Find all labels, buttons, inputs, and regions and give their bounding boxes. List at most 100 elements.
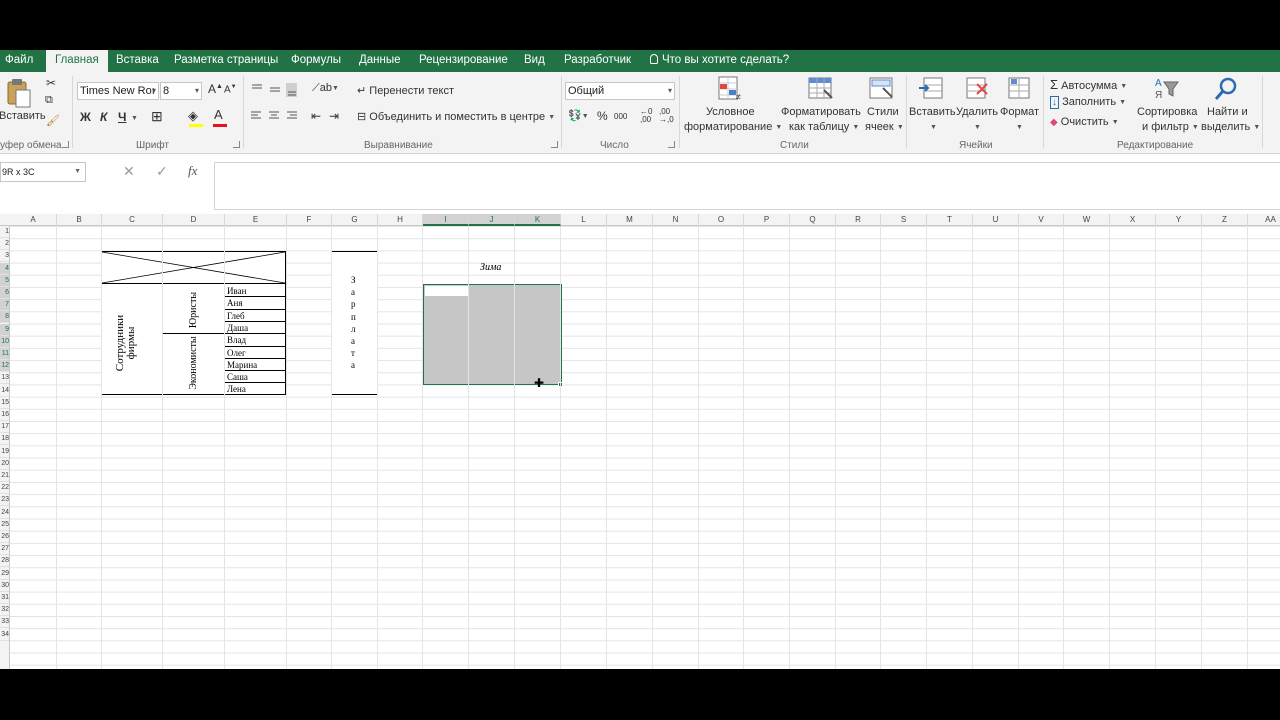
thousands-button[interactable]: 000 (614, 112, 627, 121)
font-launcher-icon[interactable] (233, 141, 240, 148)
row-header-28[interactable]: 28 (0, 555, 9, 568)
row-header-1[interactable]: 1 (0, 226, 9, 238)
copy-icon[interactable]: ⧉ (45, 94, 53, 107)
row-header-7[interactable]: 7 (0, 299, 9, 312)
insert-cells-icon[interactable] (918, 76, 944, 102)
column-header-I[interactable]: I (423, 214, 469, 226)
row-header-26[interactable]: 26 (0, 531, 9, 543)
row-header-32[interactable]: 32 (0, 604, 9, 617)
font-color-icon[interactable]: A (214, 107, 223, 122)
selected-range[interactable] (423, 284, 562, 385)
column-header-U[interactable]: U (973, 214, 1019, 226)
horizontal-align-icons[interactable] (249, 110, 299, 122)
cut-icon[interactable]: ✂ (46, 76, 56, 90)
decrease-font-icon[interactable]: A▼ (224, 84, 237, 95)
number-format-select[interactable]: Общий ▾ (565, 82, 675, 100)
column-header-M[interactable]: M (607, 214, 653, 226)
clipboard-launcher-icon[interactable] (62, 141, 69, 148)
alignment-launcher-icon[interactable] (551, 141, 558, 148)
name-cell[interactable]: Олег (227, 348, 246, 358)
row-header-16[interactable]: 16 (0, 409, 9, 421)
name-cell[interactable]: Марина (227, 360, 257, 370)
name-cell[interactable]: Глеб (227, 311, 245, 321)
column-header-H[interactable]: H (378, 214, 423, 226)
italic-button[interactable]: К (100, 110, 107, 124)
column-header-X[interactable]: X (1110, 214, 1156, 226)
tell-me-search[interactable]: Что вы хотите сделать? (648, 50, 791, 72)
row-header-33[interactable]: 33 (0, 616, 9, 629)
format-as-table-button[interactable]: Форматировать (781, 106, 861, 118)
column-header-Y[interactable]: Y (1156, 214, 1202, 226)
font-name-select[interactable]: Times New Roı ▾ (77, 82, 159, 100)
sort-filter-icon[interactable]: АЯ (1154, 76, 1180, 102)
cell-area[interactable]: Сотрудники фирмы Юристы Экономисты Иван А… (10, 226, 1280, 669)
name-cell[interactable]: Аня (227, 298, 242, 308)
column-header-Z[interactable]: Z (1202, 214, 1248, 226)
increase-font-icon[interactable]: A▲ (208, 82, 223, 96)
column-header-J[interactable]: J (469, 214, 515, 226)
column-header-E[interactable]: E (225, 214, 287, 226)
row-header-8[interactable]: 8 (0, 311, 9, 324)
cell-styles-icon[interactable] (869, 76, 895, 102)
tab-developer[interactable]: Разработчик (562, 50, 633, 72)
column-header-R[interactable]: R (836, 214, 881, 226)
row-header-21[interactable]: 21 (0, 470, 9, 482)
find-select-icon[interactable] (1213, 76, 1239, 102)
tab-review[interactable]: Рецензирование (417, 50, 510, 72)
paste-icon[interactable] (6, 78, 32, 108)
merge-center-button[interactable]: ⊟ Объединить и поместить в центре ▼ (357, 110, 555, 123)
sort-filter-button[interactable]: Сортировка (1137, 106, 1197, 118)
enter-icon[interactable]: ✓ (156, 163, 168, 180)
tab-formulas[interactable]: Формулы (289, 50, 343, 72)
number-launcher-icon[interactable] (668, 141, 675, 148)
delete-cells-button[interactable]: Удалить (956, 106, 998, 118)
row-header-22[interactable]: 22 (0, 482, 9, 495)
fill-button[interactable]: ↓ Заполнить ▼ (1050, 96, 1126, 109)
column-header-V[interactable]: V (1019, 214, 1064, 226)
column-header-C[interactable]: C (102, 214, 163, 226)
decrease-decimal-icon[interactable]: ,00 →,0 (659, 108, 674, 124)
table1-header-cell[interactable] (101, 251, 286, 284)
row-header-14[interactable]: 14 (0, 385, 9, 397)
name-cell[interactable]: Лена (227, 384, 246, 394)
row-header-18[interactable]: 18 (0, 433, 9, 446)
row-header-9[interactable]: 9 (0, 323, 9, 336)
column-header-K[interactable]: K (515, 214, 561, 226)
row-header-20[interactable]: 20 (0, 458, 9, 470)
format-as-table-icon[interactable] (808, 76, 834, 102)
increase-indent-icon[interactable]: ⇥ (329, 109, 339, 123)
active-cell[interactable] (425, 286, 469, 296)
currency-icon[interactable]: 💱▼ (568, 109, 589, 122)
formula-input[interactable] (214, 162, 1280, 210)
cell-styles-button[interactable]: Стили (867, 106, 899, 118)
column-header-B[interactable]: B (57, 214, 102, 226)
delete-cells-icon[interactable] (965, 76, 991, 102)
name-box[interactable]: 9R x 3C ▼ (0, 162, 86, 182)
column-header-G[interactable]: G (332, 214, 378, 226)
tab-home[interactable]: Главная (46, 50, 108, 72)
format-cells-icon[interactable] (1007, 76, 1033, 102)
row-header-24[interactable]: 24 (0, 507, 9, 519)
row-header-13[interactable]: 13 (0, 372, 9, 385)
column-header-W[interactable]: W (1064, 214, 1110, 226)
row-header-29[interactable]: 29 (0, 568, 9, 580)
column-header-Q[interactable]: Q (790, 214, 836, 226)
column-header-A[interactable]: A (10, 214, 57, 226)
row-header-23[interactable]: 23 (0, 494, 9, 507)
cancel-icon[interactable]: ✕ (123, 163, 135, 180)
row-header-15[interactable]: 15 (0, 397, 9, 409)
tab-page-layout[interactable]: Разметка страницы (172, 50, 280, 72)
row-header-25[interactable]: 25 (0, 519, 9, 531)
bold-button[interactable]: Ж (80, 110, 91, 124)
column-header-F[interactable]: F (287, 214, 332, 226)
row-header-11[interactable]: 11 (0, 348, 9, 360)
format-cells-button[interactable]: Формат (1000, 106, 1039, 118)
insert-cells-button[interactable]: Вставить (909, 106, 956, 118)
insert-function-icon[interactable]: fx (188, 163, 197, 179)
borders-icon[interactable]: ⊞ (151, 108, 163, 125)
column-header-S[interactable]: S (881, 214, 927, 226)
row-header-3[interactable]: 3 (0, 250, 9, 263)
autosum-button[interactable]: Σ Автосумма ▼ (1050, 77, 1127, 92)
paste-button[interactable]: Вставить (0, 110, 46, 122)
name-cell[interactable]: Иван (227, 286, 246, 296)
